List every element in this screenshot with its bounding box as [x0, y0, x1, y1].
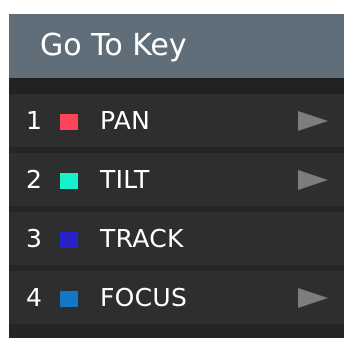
play-right-icon[interactable]	[296, 169, 330, 191]
play-right-icon[interactable]	[296, 287, 330, 309]
key-row-focus[interactable]: 4 FOCUS	[9, 271, 344, 324]
key-row-track[interactable]: 3 TRACK	[9, 212, 344, 265]
key-color-swatch	[60, 173, 78, 189]
key-label: TRACK	[100, 224, 184, 253]
key-row-pan[interactable]: 1 PAN	[9, 94, 344, 147]
panel-bottom	[9, 330, 344, 338]
key-color-swatch	[60, 291, 78, 307]
key-label: PAN	[100, 106, 151, 135]
panel-header: Go To Key	[9, 14, 344, 78]
key-list: 1 PAN 2 TILT 3 TRACK 4 FOCUS	[9, 94, 344, 330]
key-label: TILT	[100, 165, 150, 194]
key-number: 4	[26, 283, 42, 312]
key-row-tilt[interactable]: 2 TILT	[9, 153, 344, 206]
key-color-swatch	[60, 114, 78, 130]
key-number: 3	[26, 224, 42, 253]
key-label: FOCUS	[100, 283, 188, 312]
key-number: 2	[26, 165, 42, 194]
panel-title: Go To Key	[40, 28, 187, 63]
header-spacer	[9, 78, 344, 94]
key-number: 1	[26, 106, 42, 135]
go-to-key-panel: Go To Key 1 PAN 2 TILT 3 TRACK 4 FOCUS	[9, 14, 344, 338]
key-color-swatch	[60, 232, 78, 248]
play-right-icon[interactable]	[296, 110, 330, 132]
